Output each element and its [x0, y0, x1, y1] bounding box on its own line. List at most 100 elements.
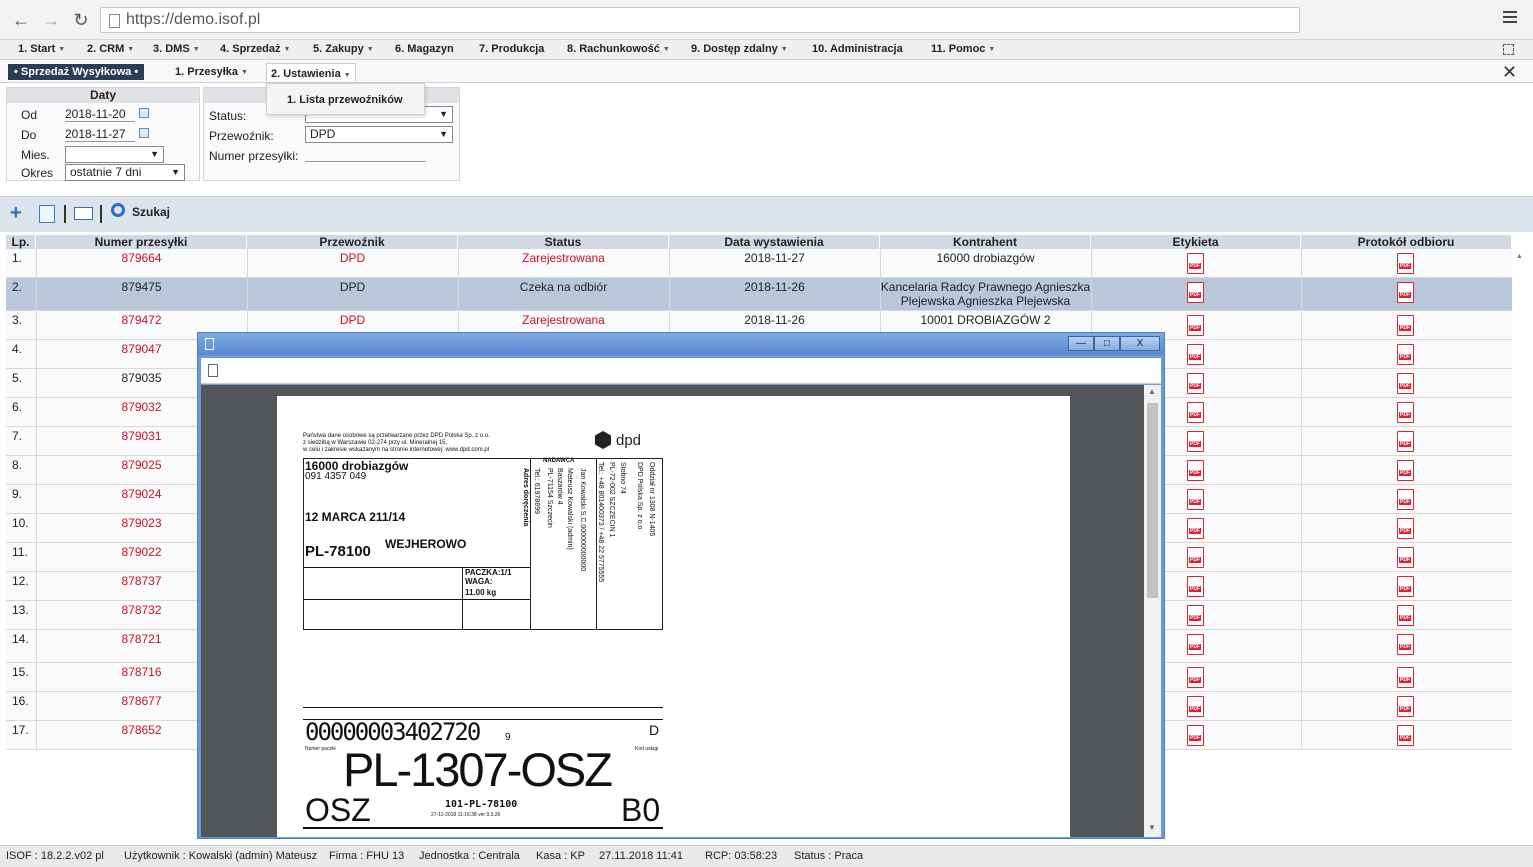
- menu-dostep-zdalny[interactable]: 9. Dostęp zdalny ▼: [691, 43, 788, 55]
- chevron-down-icon: ▼: [171, 167, 180, 177]
- protocol-pdf-icon[interactable]: [1397, 282, 1414, 303]
- label-pdf-icon[interactable]: [1187, 489, 1204, 510]
- month-select[interactable]: ▼: [65, 146, 164, 163]
- reload-icon[interactable]: ↻: [70, 9, 92, 31]
- table-row[interactable]: 2. 879475 DPD Czeka na odbiór 2018-11-26 Kanc…: [6, 278, 1512, 311]
- menu-rachunkowosc[interactable]: 8. Rachunkowość ▼: [567, 43, 670, 55]
- close-button[interactable]: X: [1120, 336, 1160, 351]
- label-pdf-icon[interactable]: [1187, 518, 1204, 539]
- label-pdf-icon[interactable]: [1187, 634, 1204, 655]
- dropdown-lista-przewoznikow[interactable]: 1. Lista przewoźników: [266, 83, 425, 115]
- protocol-pdf-icon[interactable]: [1397, 344, 1414, 365]
- search-button[interactable]: Szukaj: [132, 205, 170, 219]
- shipment-number-input[interactable]: [305, 147, 426, 162]
- submenu-przesylka[interactable]: 1. Przesyłka ▼: [175, 66, 248, 78]
- back-icon[interactable]: ←: [10, 9, 32, 31]
- scroll-down-icon[interactable]: ▼: [1148, 823, 1156, 832]
- label-pdf-icon[interactable]: [1187, 460, 1204, 481]
- submenu-ustawienia[interactable]: 2. Ustawienia ▼: [266, 63, 356, 81]
- col-date[interactable]: Data wystawienia: [669, 235, 880, 249]
- protocol-pdf-icon[interactable]: [1397, 667, 1414, 688]
- protocol-pdf-icon[interactable]: [1397, 518, 1414, 539]
- scroll-up-icon[interactable]: ▲: [1148, 387, 1156, 396]
- main-menu: 1. Start ▼ 2. CRM ▼ 3. DMS ▼ 4. Sprzedaż ▼ 5…: [0, 40, 1533, 60]
- url-text[interactable]: https://demo.isof.pl: [126, 11, 260, 29]
- protocol-pdf-icon[interactable]: [1397, 431, 1414, 452]
- label-pdf-icon[interactable]: [1187, 402, 1204, 423]
- v-branch-2: PL-72-002 SZCZECIN 1: [608, 462, 615, 538]
- add-icon[interactable]: +: [10, 203, 22, 223]
- browser-menu-icon[interactable]: [1503, 11, 1517, 25]
- period-select[interactable]: ostatnie 7 dni ▼: [65, 164, 185, 181]
- label-pdf-icon[interactable]: [1187, 315, 1204, 336]
- minimize-button[interactable]: —: [1068, 336, 1094, 351]
- protocol-pdf-icon[interactable]: [1397, 576, 1414, 597]
- from-date-input[interactable]: 2018-11-20: [65, 107, 135, 122]
- privacy-line-2: z siedzibą w Warszawie 02-274 przy ul. M…: [303, 440, 448, 446]
- menu-produkcja[interactable]: 7. Produkcja: [479, 43, 544, 55]
- protocol-pdf-icon[interactable]: [1397, 489, 1414, 510]
- search-icon[interactable]: [111, 203, 125, 217]
- menu-pomoc[interactable]: 11. Pomoc ▼: [931, 43, 995, 55]
- protocol-pdf-icon[interactable]: [1397, 634, 1414, 655]
- viewer-scrollbar[interactable]: ▲ ▼: [1144, 385, 1161, 837]
- table-row[interactable]: 1. 879664 DPD Zarejestrowana 2018-11-27 16000…: [6, 249, 1512, 278]
- menu-start[interactable]: 1. Start ▼: [18, 43, 65, 55]
- label-pdf-icon[interactable]: [1187, 253, 1204, 274]
- label-pdf-icon[interactable]: [1187, 344, 1204, 365]
- label-pdf-icon[interactable]: [1187, 431, 1204, 452]
- close-module-icon[interactable]: ✕: [1502, 62, 1517, 83]
- document-icon[interactable]: [208, 364, 218, 377]
- menu-magazyn[interactable]: 6. Magazyn: [395, 43, 454, 55]
- from-label: Od: [21, 108, 38, 122]
- protocol-pdf-icon[interactable]: [1397, 315, 1414, 336]
- address-bar[interactable]: https://demo.isof.pl: [100, 7, 1300, 33]
- label-pdf-icon[interactable]: [1187, 576, 1204, 597]
- maximize-button[interactable]: □: [1094, 336, 1120, 351]
- to-date-input[interactable]: 2018-11-27: [65, 127, 135, 142]
- cell-lp: 3.: [12, 313, 23, 327]
- protocol-pdf-icon[interactable]: [1397, 725, 1414, 746]
- protocol-pdf-icon[interactable]: [1397, 373, 1414, 394]
- label-pdf-icon[interactable]: [1187, 725, 1204, 746]
- mail-icon[interactable]: [74, 207, 93, 220]
- protocol-pdf-icon[interactable]: [1397, 696, 1414, 717]
- label-pdf-icon[interactable]: [1187, 373, 1204, 394]
- protocol-pdf-icon[interactable]: [1397, 605, 1414, 626]
- protocol-pdf-icon[interactable]: [1397, 253, 1414, 274]
- window-titlebar[interactable]: — □ X: [198, 333, 1164, 355]
- menu-crm[interactable]: 2. CRM ▼: [87, 43, 134, 55]
- fullscreen-icon[interactable]: [1503, 44, 1514, 55]
- module-label[interactable]: • Sprzedaż Wysyłkowa •: [8, 64, 145, 80]
- menu-dms[interactable]: 3. DMS ▼: [153, 43, 200, 55]
- label-pdf-icon[interactable]: [1187, 667, 1204, 688]
- col-number[interactable]: Numer przesyłki: [36, 235, 247, 249]
- month-label: Mies.: [21, 148, 50, 162]
- label-pdf-icon[interactable]: [1187, 282, 1204, 303]
- menu-sprzedaz[interactable]: 4. Sprzedaż ▼: [220, 43, 290, 55]
- carrier-select[interactable]: DPD ▼: [305, 126, 453, 143]
- recipient-postal: PL-78100: [305, 543, 371, 560]
- forward-icon[interactable]: →: [40, 9, 62, 31]
- label-pdf-icon[interactable]: [1187, 605, 1204, 626]
- protocol-pdf-icon[interactable]: [1397, 460, 1414, 481]
- table-scroll-up-icon[interactable]: ▲: [1516, 253, 1523, 260]
- document-icon: [205, 338, 214, 350]
- protocol-pdf-icon[interactable]: [1397, 547, 1414, 568]
- col-client[interactable]: Kontrahent: [880, 235, 1091, 249]
- label-pdf-icon[interactable]: [1187, 547, 1204, 568]
- col-lp[interactable]: Lp.: [6, 235, 36, 249]
- col-status[interactable]: Status: [458, 235, 669, 249]
- protocol-pdf-icon[interactable]: [1397, 402, 1414, 423]
- menu-zakupy[interactable]: 5. Zakupy ▼: [313, 43, 374, 55]
- col-protocol[interactable]: Protokół odbioru: [1301, 235, 1512, 249]
- scroll-thumb[interactable]: [1147, 403, 1158, 598]
- preview-document-icon[interactable]: [39, 205, 55, 223]
- menu-administracja[interactable]: 10. Administracja: [812, 43, 903, 55]
- calendar-icon[interactable]: [139, 128, 149, 138]
- col-label[interactable]: Etykieta: [1091, 235, 1301, 249]
- pdf-viewport[interactable]: Państwa dane osobowe są przetwarzane prz…: [201, 385, 1144, 837]
- label-pdf-icon[interactable]: [1187, 696, 1204, 717]
- calendar-icon[interactable]: [139, 108, 149, 118]
- col-carrier[interactable]: Przewoźnik: [247, 235, 458, 249]
